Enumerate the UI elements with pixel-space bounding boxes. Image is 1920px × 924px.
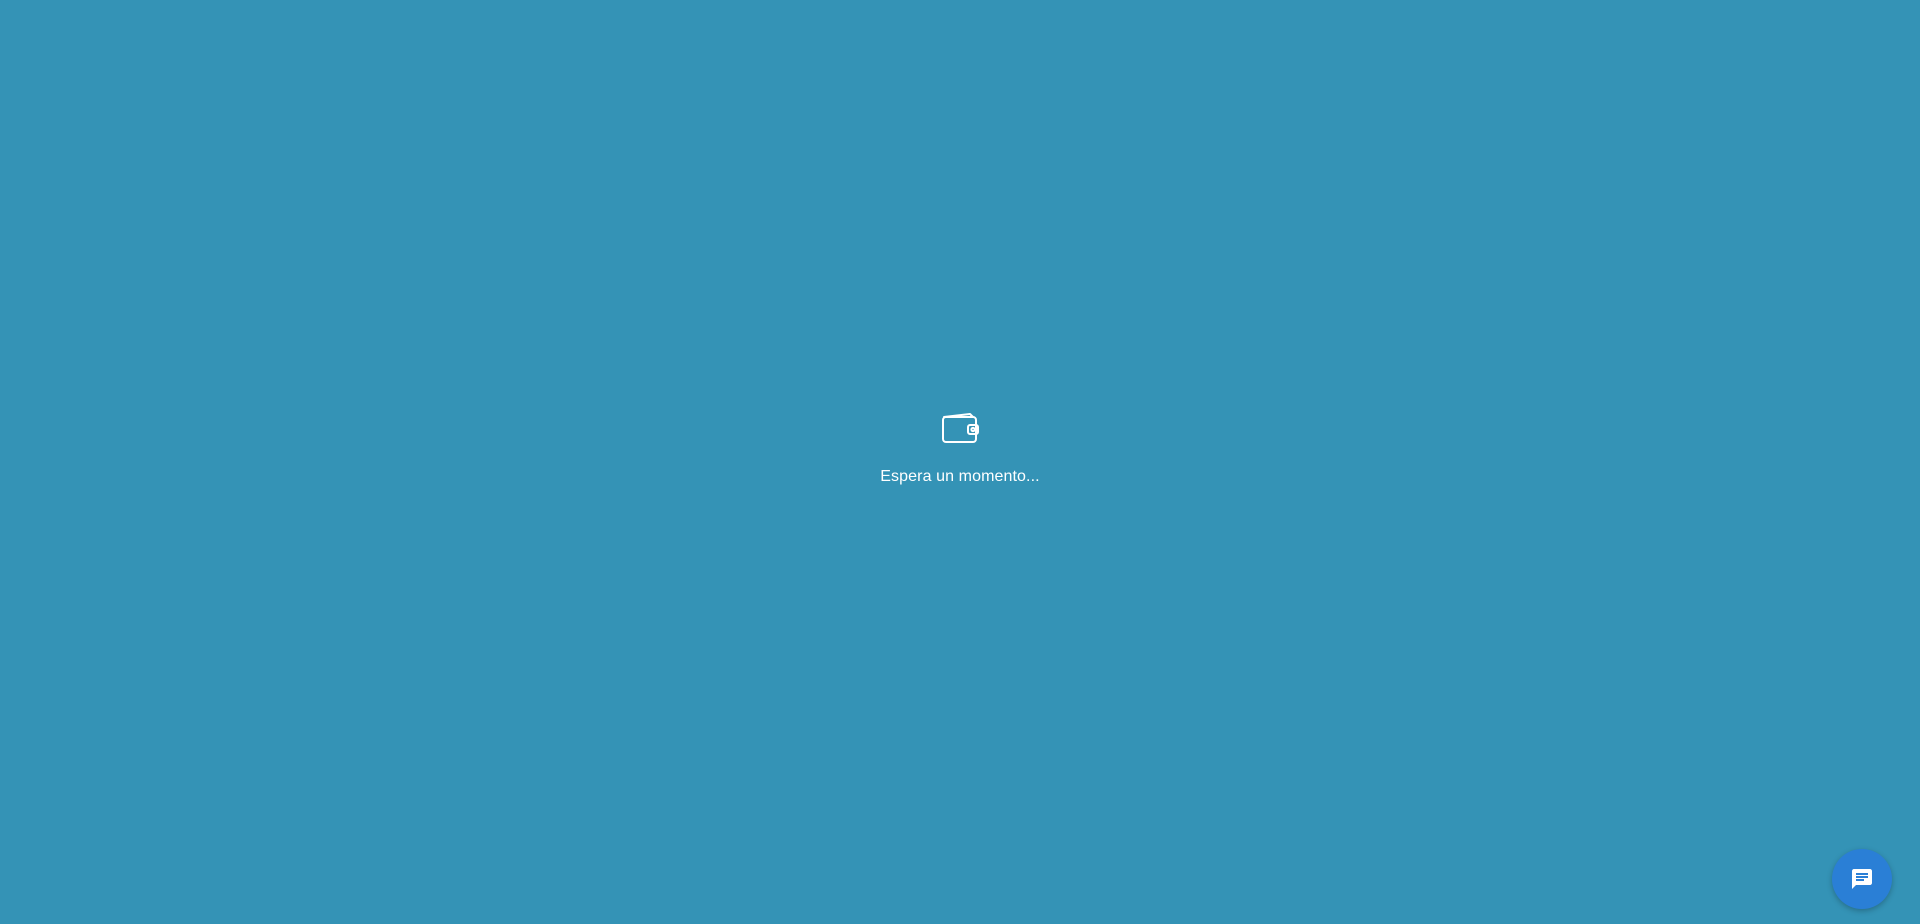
wallet-icon — [940, 410, 980, 446]
chat-button[interactable] — [1832, 849, 1892, 909]
loading-screen: Espera un momento... — [0, 410, 1920, 486]
chat-icon — [1850, 867, 1874, 891]
loading-message: Espera un momento... — [880, 468, 1040, 485]
